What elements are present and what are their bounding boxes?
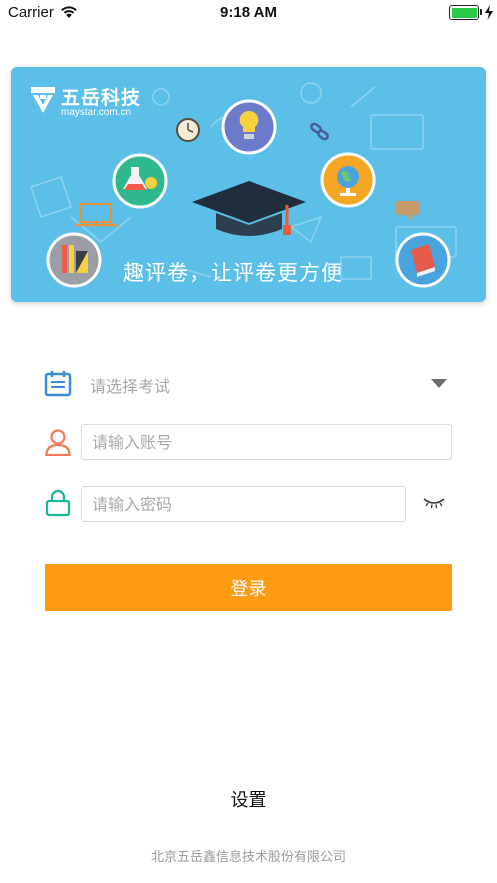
calendar-icon — [44, 371, 72, 397]
exam-select-placeholder: 请选择考试 — [90, 377, 171, 396]
battery-level — [451, 7, 477, 18]
account-input[interactable] — [81, 424, 452, 460]
status-bar: Carrier 9:18 AM — [0, 0, 497, 26]
password-input[interactable] — [81, 486, 406, 522]
banner: 五岳科技 maystar.com.cn 趣评卷，让评卷更方便 — [11, 67, 486, 302]
login-button[interactable]: 登录 — [45, 564, 452, 611]
logo-url: maystar.com.cn — [61, 107, 132, 118]
logo-mark-icon — [31, 87, 55, 113]
user-icon — [45, 429, 71, 456]
company-logo: 五岳科技 maystar.com.cn — [29, 83, 159, 121]
charging-bolt-icon — [485, 5, 493, 20]
battery-icon — [449, 5, 479, 20]
clock: 9:18 AM — [220, 4, 277, 21]
logo-name: 五岳科技 — [61, 87, 142, 109]
company-name: 北京五岳鑫信息技术股份有限公司 — [150, 850, 346, 865]
battery-tip — [480, 9, 482, 15]
dropdown-arrow-icon[interactable] — [431, 379, 447, 388]
exam-select[interactable]: 请选择考试 — [80, 364, 455, 404]
settings-link[interactable]: 设置 — [0, 786, 497, 812]
eye-closed-icon[interactable] — [422, 494, 446, 510]
lock-icon — [45, 489, 71, 517]
banner-slogan: 趣评卷，让评卷更方便 — [123, 261, 343, 285]
